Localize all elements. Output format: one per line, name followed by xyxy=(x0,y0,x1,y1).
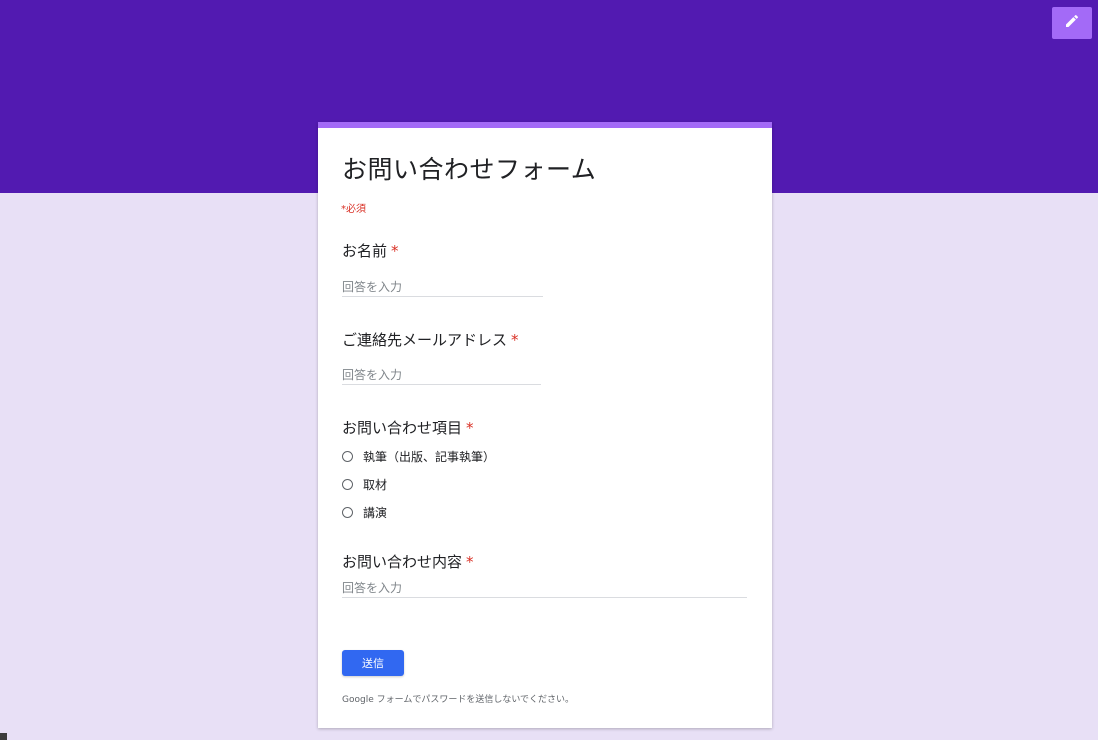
required-star: * xyxy=(391,242,399,260)
name-field xyxy=(342,276,543,297)
radio-option-label: 講演 xyxy=(363,506,388,520)
email-field xyxy=(342,364,541,385)
pencil-icon xyxy=(1064,13,1080,33)
radio-option-label: 取材 xyxy=(363,478,388,492)
radio-button[interactable] xyxy=(342,507,353,518)
question-message-label: お問い合わせ内容 * xyxy=(342,551,474,572)
question-name-label: お名前 * xyxy=(342,240,399,261)
radio-option-label: 執筆（出版、記事執筆） xyxy=(363,450,496,464)
message-input[interactable] xyxy=(342,579,747,597)
required-star: * xyxy=(466,553,474,571)
radio-button[interactable] xyxy=(342,479,353,490)
card-accent-bar xyxy=(318,122,772,128)
radio-option-interview[interactable]: 取材 xyxy=(342,476,387,493)
required-note: *必須 xyxy=(341,204,366,215)
form-card: お問い合わせフォーム *必須 お名前* ご連絡先メールアドレス* お問い合わせ項… xyxy=(318,122,772,728)
password-warning-note: Google フォームでパスワードを送信しないでください。 xyxy=(342,695,575,705)
question-name-text: お名前 xyxy=(342,242,388,260)
question-message-text: お問い合わせ内容 xyxy=(342,553,463,571)
question-email-label: ご連絡先メールアドレス * xyxy=(342,329,519,350)
submit-button[interactable]: 送信 xyxy=(342,650,404,676)
radio-option-writing[interactable]: 執筆（出版、記事執筆） xyxy=(342,448,495,465)
required-star: * xyxy=(511,331,519,349)
name-input[interactable] xyxy=(342,278,543,296)
message-field xyxy=(342,577,747,598)
radio-option-lecture[interactable]: 講演 xyxy=(342,504,387,521)
email-input[interactable] xyxy=(342,366,541,384)
question-email-text: ご連絡先メールアドレス xyxy=(342,331,508,349)
form-title: お問い合わせフォーム xyxy=(342,155,597,184)
edit-button[interactable] xyxy=(1052,7,1092,39)
radio-button[interactable] xyxy=(342,451,353,462)
question-category-label: お問い合わせ項目 * xyxy=(342,417,474,438)
required-star: * xyxy=(466,419,474,437)
question-category-text: お問い合わせ項目 xyxy=(342,419,463,437)
corner-indicator xyxy=(0,733,7,740)
